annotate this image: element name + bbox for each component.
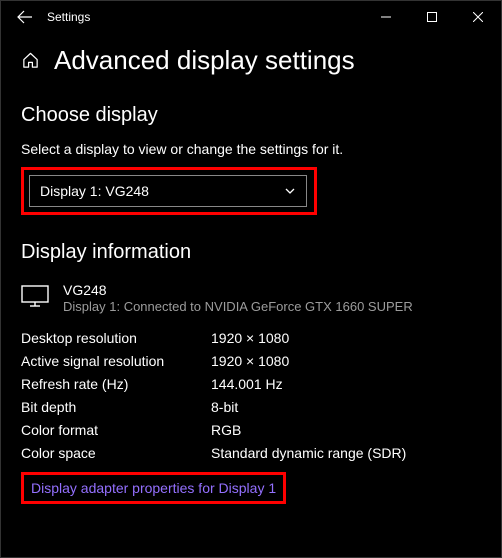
back-button[interactable] (7, 1, 43, 33)
maximize-button[interactable] (409, 1, 455, 33)
spec-row: Color formatRGB (21, 418, 481, 441)
spec-label: Refresh rate (Hz) (21, 376, 211, 392)
monitor-connection: Display 1: Connected to NVIDIA GeForce G… (63, 299, 413, 314)
page-header: Advanced display settings (21, 45, 481, 76)
back-arrow-icon (17, 9, 33, 25)
spec-row: Bit depth8-bit (21, 395, 481, 418)
close-button[interactable] (455, 1, 501, 33)
choose-display-subtext: Select a display to view or change the s… (21, 141, 481, 157)
monitor-name: VG248 (63, 282, 413, 298)
spec-label: Desktop resolution (21, 330, 211, 346)
spec-label: Bit depth (21, 399, 211, 415)
spec-value: RGB (211, 422, 241, 438)
minimize-button[interactable] (363, 1, 409, 33)
window-title: Settings (43, 10, 90, 24)
content-area: Advanced display settings Choose display… (1, 33, 501, 504)
page-title: Advanced display settings (54, 45, 355, 76)
spec-row: Color spaceStandard dynamic range (SDR) (21, 441, 481, 464)
spec-table: Desktop resolution1920 × 1080Active sign… (21, 326, 481, 464)
spec-row: Refresh rate (Hz)144.001 Hz (21, 372, 481, 395)
spec-row: Desktop resolution1920 × 1080 (21, 326, 481, 349)
minimize-icon (381, 12, 391, 22)
close-icon (473, 12, 483, 22)
window-controls (363, 1, 501, 33)
display-selector-dropdown[interactable]: Display 1: VG248 (29, 175, 307, 207)
monitor-summary: VG248 Display 1: Connected to NVIDIA GeF… (21, 282, 481, 314)
spec-label: Active signal resolution (21, 353, 211, 369)
spec-value: 1920 × 1080 (211, 330, 289, 346)
spec-label: Color format (21, 422, 211, 438)
adapter-properties-link[interactable]: Display adapter properties for Display 1 (29, 479, 278, 497)
spec-label: Color space (21, 445, 211, 461)
monitor-icon (21, 284, 49, 308)
highlight-display-selector: Display 1: VG248 (21, 167, 317, 215)
home-icon[interactable] (21, 51, 40, 70)
spec-value: 8-bit (211, 399, 238, 415)
spec-value: 144.001 Hz (211, 376, 283, 392)
titlebar: Settings (1, 1, 501, 33)
display-info-heading: Display information (21, 241, 481, 264)
spec-row: Active signal resolution1920 × 1080 (21, 349, 481, 372)
spec-value: Standard dynamic range (SDR) (211, 445, 406, 461)
display-selector-value: Display 1: VG248 (40, 183, 149, 199)
maximize-icon (427, 12, 437, 22)
chevron-down-icon (284, 185, 296, 197)
choose-display-heading: Choose display (21, 104, 481, 127)
highlight-adapter-link: Display adapter properties for Display 1 (21, 472, 286, 504)
spec-value: 1920 × 1080 (211, 353, 289, 369)
